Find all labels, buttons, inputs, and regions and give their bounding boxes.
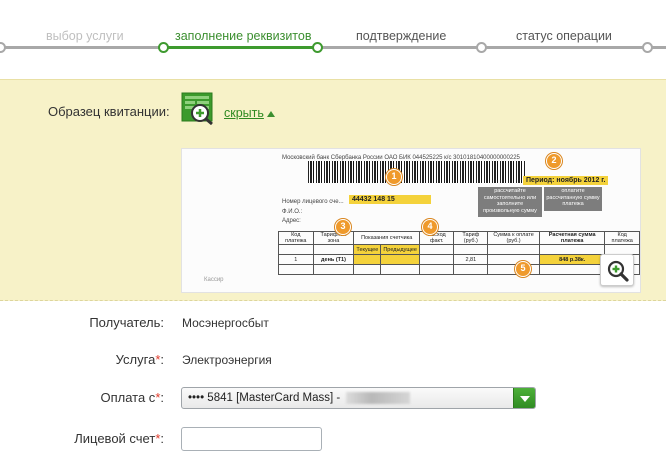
service-value: Электроэнергия: [182, 353, 272, 367]
step-track-active: [163, 46, 317, 49]
receipt-sample-panel: Образец квитанции: скрыть Московский бан…: [0, 79, 666, 301]
receipt-row-zone: день (Т1): [312, 254, 355, 265]
receipt-col-zone: Тарифная зона: [312, 231, 355, 245]
step-track-done: [0, 46, 163, 49]
receipt-badge-2: 2: [546, 153, 562, 169]
pay-from-select[interactable]: •••• 5841 [MasterCard Mass] -: [181, 387, 536, 409]
receipt-col-meter: Показания счетчика: [353, 231, 420, 245]
receipt-col-tariff: Тариф (руб.): [453, 231, 489, 245]
pay-from-selected-value: •••• 5841 [MasterCard Mass] -: [188, 392, 341, 404]
receipt-address-label: Адрес:: [282, 218, 301, 224]
receipt-row-code: 1: [278, 254, 314, 265]
step-confirmation: подтверждение: [356, 29, 447, 43]
receipt-col-code: Код платежа: [278, 231, 314, 245]
progress-steps: выбор услуги заполнение реквизитов подтв…: [0, 0, 666, 62]
chevron-down-icon[interactable]: [513, 388, 535, 408]
receipt-sample-label: Образец квитанции:: [48, 104, 170, 119]
recipient-value: Мосэнергосбыт: [182, 316, 269, 330]
receipt-badge-3: 3: [335, 219, 351, 235]
magnifier-plus-icon: [607, 260, 629, 282]
step-dot-1: [0, 42, 6, 53]
step-track-todo: [317, 46, 666, 49]
recipient-label: Получатель:: [89, 315, 164, 330]
receipt-col-calc: Расчетная сумма платежа: [538, 231, 606, 245]
pay-from-label: Оплата с*:: [100, 390, 164, 405]
receipt-account-label: Номер лицевого сче...: [282, 199, 344, 205]
step-operation-status: статус операции: [516, 29, 612, 43]
receipt-note-right: оплатите рассчитанную сумму платежа: [544, 187, 602, 211]
receipt-period: Период: ноябрь 2012 г.: [523, 176, 609, 185]
receipt-col-code2: Код платежа: [604, 231, 640, 245]
collapse-arrow-icon[interactable]: [267, 111, 275, 117]
receipt-sample-image: Московский банк Сбербанка России ОАО БИК…: [181, 148, 641, 293]
receipt-table: Код платежа Тарифная зона Показания счет…: [278, 231, 640, 275]
step-dot-4: [476, 42, 487, 53]
receipt-note-left: рассчитайте самостоятельно или заполните…: [478, 187, 542, 217]
step-dot-2: [158, 42, 169, 53]
service-label: Услуга*:: [115, 352, 164, 367]
receipt-barcode: [308, 161, 526, 183]
receipt-calc-value: 848 р.38к.: [538, 254, 606, 265]
receipt-badge-1: 1: [386, 169, 402, 185]
step-fill-details: заполнение реквизитов: [175, 29, 312, 43]
hide-sample-link[interactable]: скрыть: [224, 106, 264, 120]
zoom-receipt-button[interactable]: [600, 254, 634, 286]
receipt-col-current: Текущее: [353, 244, 382, 255]
receipt-zoom-icon[interactable]: [181, 91, 219, 125]
step-dot-5: [642, 42, 653, 53]
receipt-fio-label: Ф.И.О.:: [282, 209, 303, 215]
receipt-account-value: 44432 148 15: [349, 195, 431, 204]
redacted-card-name: [346, 392, 410, 404]
receipt-cashier: Кассир: [204, 277, 224, 283]
receipt-badge-4: 4: [422, 219, 438, 235]
receipt-row-tariff: 2,81: [453, 254, 489, 265]
receipt-badge-5: 5: [515, 261, 531, 277]
step-dot-3: [312, 42, 323, 53]
step-select-service: выбор услуги: [46, 29, 124, 43]
account-input[interactable]: [181, 427, 322, 451]
receipt-col-previous: Предыдущее: [380, 244, 420, 255]
account-label: Лицевой счет*:: [74, 431, 164, 446]
receipt-col-sum: Сумма к оплате (руб.): [487, 231, 540, 245]
